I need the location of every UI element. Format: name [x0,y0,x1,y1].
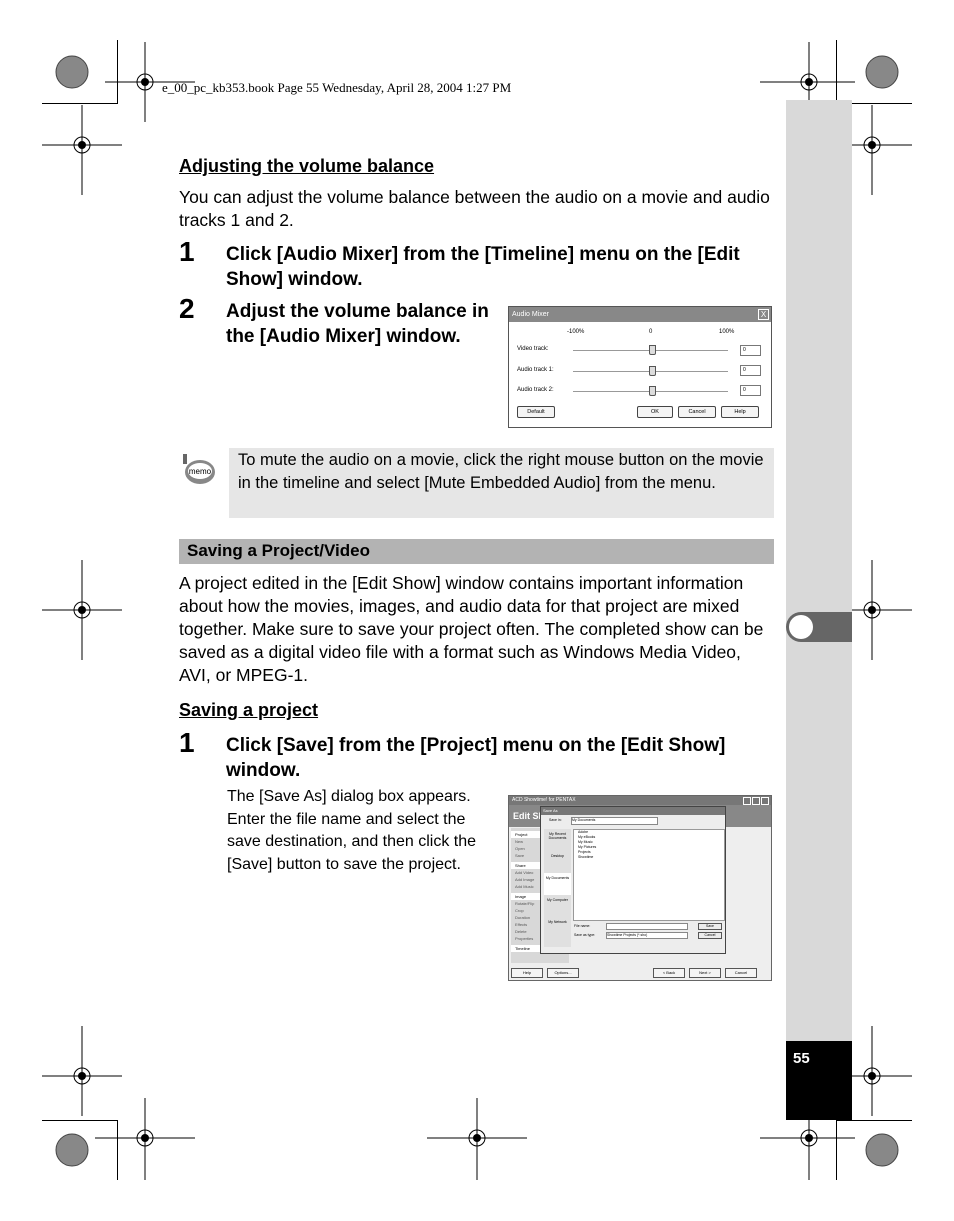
folder-item[interactable]: Showtime [574,855,724,860]
save-button[interactable]: Save [698,923,722,930]
cancel-button[interactable]: Cancel [678,406,716,418]
default-button[interactable]: Default [517,406,555,418]
print-header: e_00_pc_kb353.book Page 55 Wednesday, Ap… [162,80,512,95]
step-number: 2 [179,293,195,324]
audio-track-1-value[interactable]: 0 [740,365,761,376]
file-name-label: File name: [574,924,591,928]
scale-min-label: -100% [567,329,585,335]
step-text: Adjust the volume balance in the [Audio … [226,301,489,347]
scale-mid-label: 0 [649,329,653,335]
chapter-tab-marker [789,615,813,639]
window-controls [743,797,769,805]
file-list: Adobe My eBooks My Music My Pictures Pro… [573,829,725,921]
options-button[interactable]: Options... [547,968,579,978]
save-as-dialog: Save As Save in: My Documents My Recent … [540,806,726,954]
close-icon[interactable] [761,797,769,805]
track-label: Video track: [517,346,549,352]
back-button[interactable]: < Back [653,968,685,978]
saving-intro: A project edited in the [Edit Show] wind… [179,573,764,685]
track-label: Audio track 2: [517,387,554,393]
save-in-dropdown[interactable]: My Documents [571,817,658,825]
video-track-value[interactable]: 0 [740,345,761,356]
section-heading-volume: Adjusting the volume balance [179,156,435,176]
memo-icon: memo [183,454,215,484]
slider-thumb[interactable] [649,366,656,376]
place-item[interactable]: Desktop [544,851,571,873]
save-as-title: Save As [541,807,725,815]
save-in-label: Save in: [549,818,562,822]
section-heading-saving: Saving a Project/Video [187,541,370,560]
cancel-button[interactable]: Cancel [725,968,757,978]
audio-mixer-titlebar: Audio Mixer X [509,307,771,322]
step-number: 1 [179,727,195,758]
step-note: The [Save As] dialog box appears. Enter … [227,788,477,873]
next-button[interactable]: Next > [689,968,721,978]
audio-track-2-value[interactable]: 0 [740,385,761,396]
acd-title: ACD Showtime! for PENTAX [512,797,576,803]
ok-button[interactable]: OK [637,406,673,418]
help-button[interactable]: Help [511,968,543,978]
file-name-input[interactable] [606,923,688,930]
svg-text:memo: memo [189,467,212,476]
scale-max-label: 100% [719,329,735,335]
place-item[interactable]: My Computer [544,895,571,917]
track-label: Audio track 1: [517,367,554,373]
close-icon[interactable]: X [758,309,769,320]
maximize-icon[interactable] [752,797,760,805]
step-text: Click [Audio Mixer] from the [Timeline] … [226,244,740,290]
subheading-saving-project: Saving a project [179,700,319,720]
audio-mixer-window: Audio Mixer X -100% 0 100% Video track: … [508,306,772,428]
save-type-dropdown[interactable]: Showtime Projects (*.sho) [606,932,688,939]
place-item[interactable]: My Recent Documents [544,829,571,851]
volume-intro: You can adjust the volume balance betwee… [179,187,770,230]
audio-mixer-title: Audio Mixer [512,311,549,318]
wizard-buttons: Help Options... < Back Next > Cancel [511,968,769,978]
page-number: 55 [793,1050,810,1067]
chapter-sidebar [786,100,852,1120]
slider-thumb[interactable] [649,345,656,355]
memo-text: To mute the audio on a movie, click the … [238,451,764,492]
acd-showtime-window: ACD Showtime! for PENTAX Edit Show Proje… [508,795,772,981]
acd-titlebar: ACD Showtime! for PENTAX [509,796,771,805]
place-item[interactable]: My Documents [544,873,571,895]
step-number: 1 [179,236,195,267]
place-item[interactable]: My Network [544,917,571,939]
places-bar: My Recent Documents Desktop My Documents… [544,829,571,947]
slider-thumb[interactable] [649,386,656,396]
help-button[interactable]: Help [721,406,759,418]
step-text: Click [Save] from the [Project] menu on … [226,735,726,781]
cancel-button[interactable]: Cancel [698,932,722,939]
minimize-icon[interactable] [743,797,751,805]
save-type-label: Save as type: [574,933,596,937]
